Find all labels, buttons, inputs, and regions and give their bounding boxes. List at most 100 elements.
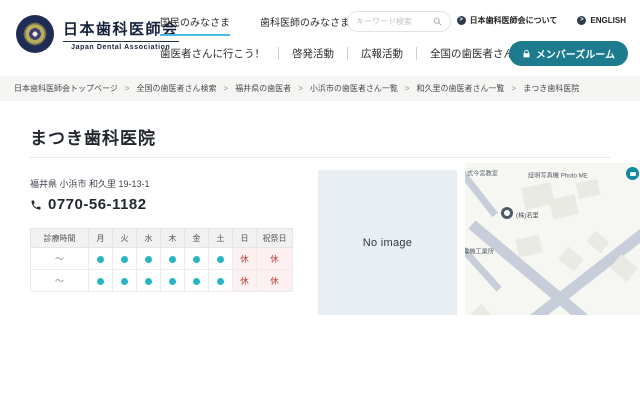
breadcrumb-item: まつき歯科医院	[523, 83, 579, 94]
members-room-label: メンバーズルーム	[536, 46, 615, 61]
hours-open-cell	[209, 270, 233, 292]
main-nav-item[interactable]: 広報活動	[361, 46, 403, 61]
hours-table-body: ～ 休休 ～ 休休	[31, 248, 293, 292]
clinic-map[interactable]: 式今宮教室 証明写真機 Photo ME (株)若里 電機工業所	[465, 163, 640, 315]
hours-header-cell: 月	[89, 229, 113, 248]
hours-open-cell	[113, 270, 137, 292]
clinic-name-title: まつき歯科医院	[30, 124, 156, 149]
hours-closed-cell: 休	[257, 248, 293, 270]
hours-open-cell	[89, 248, 113, 270]
hours-open-cell	[113, 248, 137, 270]
map-building	[558, 246, 584, 271]
hours-open-cell	[185, 270, 209, 292]
breadcrumb-item[interactable]: 福井県の歯医者	[235, 83, 291, 94]
map-label: 証明写真機 Photo ME	[528, 170, 588, 179]
open-dot-icon	[193, 278, 200, 285]
hours-header-cell: 水	[137, 229, 161, 248]
site-logo[interactable]: 日本歯科医師会 Japan Dental Association	[16, 15, 179, 53]
open-dot-icon	[169, 256, 176, 263]
clinic-photo-placeholder: No image	[318, 170, 457, 315]
hours-header-cell: 日	[233, 229, 257, 248]
clinic-phone: 0770-56-1182	[30, 196, 147, 213]
map-building	[515, 235, 542, 258]
map-label: 電機工業所	[465, 246, 494, 255]
no-image-label: No image	[363, 237, 412, 249]
search-input[interactable]: キーワード検索	[347, 11, 451, 32]
members-room-button[interactable]: メンバーズルーム	[509, 41, 628, 66]
hours-time-cell: ～	[31, 270, 89, 292]
hours-open-cell	[137, 248, 161, 270]
tab-dentists[interactable]: 歯科医師のみなさま	[260, 14, 350, 34]
nav-divider	[278, 47, 279, 60]
breadcrumb-item[interactable]: 小浜市の歯医者さん一覧	[310, 83, 398, 94]
open-dot-icon	[217, 278, 224, 285]
nav-divider	[416, 47, 417, 60]
page: 日本歯科医師会 Japan Dental Association 国民のみなさま…	[0, 0, 640, 400]
about-link-label: 日本歯科医師会について	[470, 15, 558, 26]
hours-closed-cell: 休	[233, 270, 257, 292]
english-link-label: ENGLISH	[590, 16, 626, 25]
open-dot-icon	[121, 278, 128, 285]
open-dot-icon	[217, 256, 224, 263]
about-link[interactable]: > 日本歯科医師会について	[457, 15, 558, 26]
open-dot-icon	[193, 256, 200, 263]
main-nav-item[interactable]: 啓発活動	[292, 46, 334, 61]
hours-header-cell: 木	[161, 229, 185, 248]
hours-time-cell: ～	[31, 248, 89, 270]
map-poi-marker-icon	[501, 207, 513, 219]
arrow-circle-icon: >	[457, 16, 466, 25]
map-building	[549, 195, 579, 220]
hours-open-cell	[89, 270, 113, 292]
breadcrumb-item[interactable]: 和久里の歯医者さん一覧	[417, 83, 505, 94]
open-dot-icon	[145, 278, 152, 285]
hours-header-cell: 診療時間	[31, 229, 89, 248]
breadcrumb: 日本歯科医師会トップページ > 全国の歯医者さん検索 > 福井県の歯医者 > 小浜市の歯医者…	[0, 76, 640, 101]
breadcrumb-item[interactable]: 全国の歯医者さん検索	[137, 83, 217, 94]
site-header: 日本歯科医師会 Japan Dental Association 国民のみなさま…	[0, 0, 640, 76]
camera-poi-icon	[626, 167, 639, 180]
phone-icon	[30, 199, 42, 211]
main-nav-item[interactable]: 歯医者さんに行こう！	[160, 46, 265, 61]
search-placeholder: キーワード検索	[356, 16, 433, 27]
search-icon[interactable]	[433, 17, 442, 26]
map-building	[587, 231, 610, 253]
open-dot-icon	[145, 256, 152, 263]
nav-divider	[347, 47, 348, 60]
divider	[30, 157, 610, 158]
hours-header-cell: 土	[209, 229, 233, 248]
hours-table-header-row: 診療時間月火水木金土日祝祭日	[31, 229, 293, 248]
main-nav: 歯医者さんに行こう！啓発活動広報活動全国の歯医者さん検索	[160, 46, 535, 61]
arrow-circle-icon: >	[577, 16, 586, 25]
breadcrumb-separator: >	[405, 84, 410, 93]
hours-header-cell: 祝祭日	[257, 229, 293, 248]
breadcrumb-separator: >	[125, 84, 130, 93]
map-label: (株)若里	[516, 210, 539, 219]
map-label: 式今宮教室	[467, 168, 498, 177]
phone-number[interactable]: 0770-56-1182	[48, 196, 147, 213]
english-link[interactable]: > ENGLISH	[577, 16, 626, 25]
clinic-address: 福井県 小浜市 和久里 19-13-1	[30, 177, 150, 190]
hours-closed-cell: 休	[257, 270, 293, 292]
hours-row: ～ 休休	[31, 270, 293, 292]
hours-open-cell	[161, 248, 185, 270]
hours-open-cell	[185, 248, 209, 270]
breadcrumb-separator: >	[512, 84, 517, 93]
map-building	[576, 179, 601, 199]
hours-header-cell: 火	[113, 229, 137, 248]
open-dot-icon	[97, 278, 104, 285]
hours-closed-cell: 休	[233, 248, 257, 270]
audience-tabs: 国民のみなさま 歯科医師のみなさま	[160, 14, 373, 36]
open-dot-icon	[97, 256, 104, 263]
map-building	[471, 304, 495, 315]
hours-table: 診療時間月火水木金土日祝祭日 ～ 休休 ～ 休休	[30, 228, 293, 292]
lock-icon	[522, 49, 531, 59]
breadcrumb-item[interactable]: 日本歯科医師会トップページ	[14, 83, 118, 94]
breadcrumb-separator: >	[298, 84, 303, 93]
hours-open-cell	[161, 270, 185, 292]
utility-links: > 日本歯科医師会について > ENGLISH	[457, 15, 626, 26]
breadcrumb-separator: >	[224, 84, 229, 93]
jda-emblem-icon	[16, 15, 54, 53]
hours-open-cell	[137, 270, 161, 292]
tab-citizens[interactable]: 国民のみなさま	[160, 14, 230, 36]
open-dot-icon	[169, 278, 176, 285]
